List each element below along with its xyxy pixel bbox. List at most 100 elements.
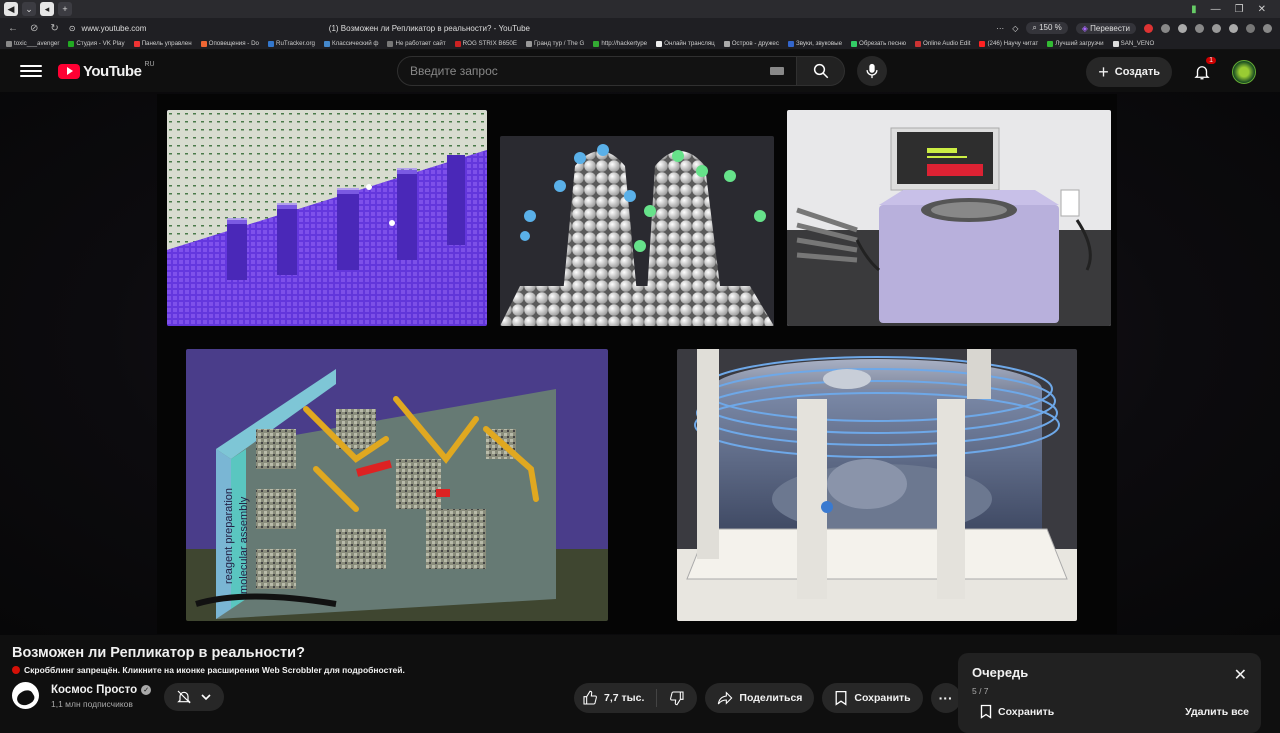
favicon-icon (1112, 40, 1119, 47)
translate-button[interactable]: ◈ Перевести (1075, 22, 1136, 34)
queue-title: Очередь (972, 665, 1029, 680)
bookmark-item[interactable]: http://hackertype (593, 40, 647, 47)
video-player-area: reagent preparation molecular assembly (0, 92, 1280, 635)
tab-dropdown-icon[interactable]: ⌄ (22, 2, 36, 16)
video-player[interactable]: reagent preparation molecular assembly (157, 94, 1117, 634)
url-field[interactable]: ⊙ www.youtube.com (69, 24, 319, 33)
voice-search-button[interactable] (857, 56, 887, 86)
molecular-assembly-label: molecular assembly (238, 496, 250, 594)
notifications-button[interactable]: 1 (1188, 57, 1216, 86)
video-frame-nanofactory (167, 110, 487, 326)
favicon-icon (68, 40, 75, 47)
extension-icon[interactable] (1161, 23, 1170, 33)
bookmark-item[interactable]: Online Audio Edit (915, 40, 970, 47)
download-icon[interactable] (1246, 23, 1255, 33)
reload-icon[interactable]: ↻ (50, 23, 58, 34)
subscription-notifications-button[interactable] (164, 683, 224, 711)
bookmark-item[interactable]: Звуки, звуковые (787, 40, 842, 47)
maximize-icon[interactable]: ❐ (1235, 4, 1244, 15)
bookmark-item[interactable]: Лучший загрузчи (1047, 40, 1104, 47)
bookmark-item[interactable]: Панель управлен (133, 40, 192, 47)
bookmarks-bar: toxic___avenger Студия - VK Play Панель уп… (0, 38, 1280, 50)
favicon-icon (915, 40, 921, 47)
video-frame-nanotubes (500, 136, 774, 326)
youtube-play-icon (58, 63, 80, 79)
back-icon[interactable]: ← (8, 23, 18, 34)
forward-icon[interactable]: ⊘ (30, 23, 38, 34)
create-button[interactable]: + Создать (1086, 57, 1172, 87)
favicon-icon (268, 40, 274, 47)
video-frame-replicator-device (677, 349, 1077, 621)
more-actions-button[interactable]: ··· (930, 683, 961, 713)
favicon-icon (1047, 40, 1054, 47)
close-queue-button[interactable]: ✕ (1234, 665, 1247, 685)
extension-icon[interactable] (1195, 23, 1204, 33)
user-avatar[interactable] (1232, 60, 1256, 84)
youtube-tab[interactable]: ◂ (40, 2, 54, 16)
bell-icon (1194, 66, 1210, 80)
search-button[interactable] (797, 56, 845, 86)
extension-icon[interactable] (1229, 23, 1238, 33)
favicon-icon (200, 40, 207, 47)
address-bar: ← ⊘ ↻ ⊙ www.youtube.com (1) Возможен ли … (0, 18, 1280, 38)
bookmark-icon (835, 690, 847, 706)
nanofactory-illustration (167, 110, 487, 326)
bell-off-icon (177, 690, 191, 704)
extension-icon[interactable] (1212, 23, 1221, 33)
bookmark-item[interactable]: RuTracker.org (268, 40, 315, 47)
bookmark-item[interactable]: Гранд тур / The G (526, 40, 584, 47)
bookmark-icon[interactable]: ◇ (1012, 24, 1018, 33)
dislike-button[interactable] (657, 690, 697, 706)
channel-name[interactable]: Космос Просто ✓ (51, 684, 152, 696)
favicon-icon (387, 40, 394, 47)
save-button[interactable]: Сохранить (822, 683, 923, 713)
bookmark-item[interactable]: Не работает сайт (387, 40, 446, 47)
page-menu-icon[interactable]: ··· (996, 24, 1004, 33)
menu-icon[interactable] (1263, 23, 1272, 33)
browser-tab-bar: ◀ ⌄ ◂ + ▮ — ❐ ✕ (0, 0, 1280, 18)
minimize-icon[interactable]: — (1211, 4, 1221, 15)
favicon-icon (133, 40, 140, 47)
plus-icon: + (1098, 61, 1109, 82)
queue-panel: Очередь 5 / 7 ✕ Сохранить Удалить все (958, 653, 1261, 733)
new-tab-button[interactable]: + (58, 2, 72, 16)
share-icon (718, 691, 733, 705)
menu-icon[interactable] (20, 65, 42, 77)
bookmark-item[interactable]: Остров - дружес (723, 40, 779, 47)
replicator-illustration (677, 349, 1077, 621)
queue-save-button[interactable]: Сохранить (980, 704, 1054, 719)
youtube-logo[interactable]: YouTube RU (58, 61, 155, 80)
bookmark-item[interactable]: toxic___avenger (6, 40, 59, 47)
channel-avatar[interactable] (12, 682, 39, 709)
share-button[interactable]: Поделиться (705, 683, 815, 713)
close-icon: ✕ (1233, 667, 1247, 684)
extension-icon[interactable] (1144, 23, 1153, 33)
thumbs-up-icon (583, 690, 597, 705)
bookmark-item[interactable]: Оповещения - Do (200, 40, 259, 47)
site-info-icon[interactable]: ⊙ (69, 24, 76, 33)
zoom-indicator[interactable]: ⌕ 150 % (1026, 22, 1068, 34)
extension-icon[interactable]: ▮ (1191, 4, 1197, 15)
bookmark-item[interactable]: SAN_VENO (1112, 40, 1154, 47)
video-actions: 7,7 тыс. Поделиться Сохранить ··· (574, 683, 961, 713)
bookmark-item[interactable]: Студия - VK Play (68, 40, 125, 47)
like-button[interactable]: 7,7 тыс. (574, 689, 658, 707)
search-input[interactable]: Введите запрос (397, 56, 797, 86)
keyboard-icon[interactable] (770, 67, 784, 75)
queue-delete-all-button[interactable]: Удалить все (1185, 706, 1249, 718)
audio-tab-icon[interactable]: ◀ (4, 2, 18, 16)
close-window-icon[interactable]: ✕ (1258, 4, 1266, 15)
bookmark-item[interactable]: Онлайн трансляц (656, 40, 715, 47)
queue-count: 5 / 7 (972, 686, 989, 696)
bookmark-item[interactable]: ROG STRIX B650E (454, 40, 517, 47)
bookmark-item[interactable]: Обрезать песню (851, 40, 906, 47)
subscriber-count: 1,1 млн подписчиков (51, 699, 133, 709)
favicon-icon (454, 40, 461, 47)
extension-icon[interactable] (1178, 23, 1187, 33)
video-frame-desktop-machine (787, 110, 1111, 326)
like-dislike-group: 7,7 тыс. (574, 683, 698, 713)
lastfm-icon (12, 666, 20, 674)
microphone-icon (866, 63, 878, 79)
bookmark-item[interactable]: (246) Научу читат (979, 40, 1038, 47)
bookmark-item[interactable]: Классический ф (323, 40, 378, 47)
